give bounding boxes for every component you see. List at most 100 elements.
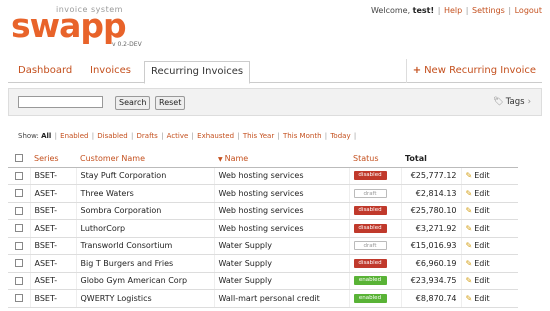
- row-select-cell: [8, 167, 30, 185]
- edit-button[interactable]: ✎ Edit: [466, 189, 490, 198]
- filter-this-year[interactable]: This Year: [243, 132, 274, 140]
- invoice-name-cell: Web hosting services: [213, 184, 349, 203]
- tab-dashboard[interactable]: Dashboard: [12, 61, 78, 83]
- separator: |: [237, 132, 240, 140]
- column-actions: [461, 150, 518, 168]
- app-logo[interactable]: swapp: [11, 6, 127, 46]
- filter-exhausted[interactable]: Exhausted: [197, 132, 234, 140]
- filter-enabled[interactable]: Enabled: [60, 132, 88, 140]
- customer-name-cell: Three Waters: [75, 184, 214, 203]
- chevron-right-icon: ›: [527, 97, 531, 107]
- pencil-icon: ✎: [465, 171, 473, 181]
- edit-button[interactable]: ✎ Edit: [466, 206, 490, 215]
- table-row[interactable]: ASET- Three Waters Web hosting services dra…: [8, 184, 518, 203]
- row-checkbox[interactable]: [14, 224, 23, 233]
- row-checkbox[interactable]: [14, 294, 23, 303]
- tab-invoices[interactable]: Invoices: [84, 61, 137, 83]
- table-row[interactable]: BSET- Transworld Consortium Water Supply dr…: [8, 237, 518, 255]
- invoice-name-cell: Wall-mart personal credit: [213, 289, 349, 308]
- status-badge: disabled: [353, 206, 387, 216]
- status-cell: enabled: [348, 289, 401, 308]
- help-link[interactable]: Help: [444, 6, 462, 15]
- series-cell: ASET-: [29, 254, 76, 273]
- filter-drafts[interactable]: Drafts: [137, 132, 158, 140]
- table-row[interactable]: BSET- Stay Puft Corporation Web hosting se…: [8, 167, 518, 185]
- row-checkbox[interactable]: [14, 259, 23, 268]
- separator: |: [353, 132, 357, 140]
- table-row[interactable]: BSET- Sombra Corporation Web hosting servi…: [8, 202, 518, 220]
- row-checkbox[interactable]: [14, 206, 23, 215]
- status-cell: disabled: [348, 202, 401, 220]
- pencil-icon: ✎: [465, 206, 473, 216]
- edit-button[interactable]: ✎ Edit: [466, 276, 490, 285]
- table-row[interactable]: ASET- LuthorCorp Web hosting services disab…: [8, 219, 518, 238]
- status-badge: draft: [353, 188, 387, 198]
- column-customer-name[interactable]: Customer Name: [76, 150, 214, 168]
- column-status[interactable]: Status: [349, 150, 401, 168]
- recurring-invoices-table: Series Customer Name ▼ Name Status Total …: [8, 150, 518, 308]
- edit-label: Edit: [474, 188, 490, 198]
- status-cell: disabled: [348, 167, 401, 185]
- filter-today[interactable]: Today: [330, 132, 350, 140]
- total-cell: €15,016.93: [400, 237, 461, 255]
- total-cell: €8,870.74: [400, 289, 461, 308]
- search-button[interactable]: Search: [115, 96, 151, 110]
- pencil-icon: ✎: [465, 241, 473, 251]
- row-select-cell: [8, 272, 30, 290]
- new-recurring-invoice-button[interactable]: + New Recurring Invoice: [405, 59, 542, 83]
- search-input[interactable]: [18, 96, 103, 108]
- invoice-name-cell: Water Supply: [213, 272, 349, 290]
- user-menu: Welcome, test! | Help | Settings | Logou…: [371, 6, 542, 15]
- customer-name-cell: Sombra Corporation: [75, 202, 214, 220]
- logout-link[interactable]: Logout: [515, 6, 542, 15]
- row-checkbox[interactable]: [14, 276, 23, 285]
- separator: |: [91, 132, 95, 140]
- edit-button[interactable]: ✎ Edit: [466, 259, 490, 268]
- separator: |: [191, 132, 194, 140]
- edit-button[interactable]: ✎ Edit: [466, 224, 490, 233]
- edit-label: Edit: [474, 206, 490, 216]
- table-header-row: Series Customer Name ▼ Name Status Total: [8, 150, 518, 168]
- filter-active[interactable]: Active: [167, 132, 189, 140]
- edit-cell: ✎ Edit: [460, 289, 518, 308]
- row-select-cell: [8, 254, 30, 273]
- row-checkbox[interactable]: [14, 241, 23, 250]
- column-name-header[interactable]: ▼ Name: [214, 150, 349, 168]
- settings-link[interactable]: Settings: [472, 6, 505, 15]
- pencil-icon: ✎: [465, 188, 473, 198]
- edit-cell: ✎ Edit: [460, 254, 518, 273]
- table-row[interactable]: ASET- Globo Gym American Corp Water Supply…: [8, 272, 518, 290]
- filter-this-month[interactable]: This Month: [283, 132, 321, 140]
- invoice-name-cell: Water Supply: [213, 254, 349, 273]
- table-row[interactable]: BSET- QWERTY Logistics Wall-mart personal …: [8, 289, 518, 308]
- separator: |: [437, 6, 441, 15]
- filter-disabled[interactable]: Disabled: [97, 132, 127, 140]
- reset-button[interactable]: Reset: [155, 96, 186, 110]
- select-all-checkbox[interactable]: [15, 154, 23, 163]
- new-recurring-invoice-label: New Recurring Invoice: [424, 65, 536, 76]
- edit-cell: ✎ Edit: [460, 202, 518, 220]
- row-select-cell: [8, 237, 30, 255]
- edit-button[interactable]: ✎ Edit: [466, 294, 490, 303]
- column-series[interactable]: Series: [30, 150, 76, 168]
- column-name: Name: [224, 153, 249, 163]
- row-checkbox[interactable]: [14, 189, 23, 198]
- column-total[interactable]: Total: [401, 150, 461, 168]
- customer-name-cell: Big T Burgers and Fries: [75, 254, 214, 273]
- edit-button[interactable]: ✎ Edit: [466, 171, 490, 180]
- total-cell: €6,960.19: [400, 254, 461, 273]
- series-cell: ASET-: [29, 184, 76, 203]
- edit-label: Edit: [474, 223, 490, 233]
- row-checkbox[interactable]: [14, 171, 23, 180]
- tags-toggle[interactable]: 🏷︎ Tags ›: [493, 97, 531, 107]
- edit-button[interactable]: ✎ Edit: [466, 241, 490, 250]
- total-cell: €2,814.13: [400, 184, 461, 203]
- status-filters: Show: All | Enabled | Disabled | Drafts …: [18, 132, 357, 140]
- pencil-icon: ✎: [465, 258, 473, 268]
- status-cell: draft: [348, 184, 401, 203]
- separator: |: [130, 132, 134, 140]
- filter-all[interactable]: All: [41, 132, 51, 140]
- tab-recurring-invoices[interactable]: Recurring Invoices: [144, 61, 251, 84]
- invoice-name-cell: Water Supply: [213, 237, 349, 255]
- table-row[interactable]: ASET- Big T Burgers and Fries Water Supply…: [8, 254, 518, 273]
